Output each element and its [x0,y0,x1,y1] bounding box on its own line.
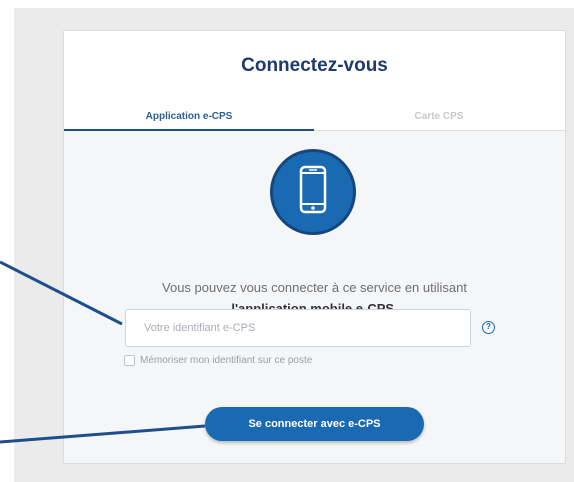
description-text: Vous pouvez vous connecter à ce service … [162,280,467,295]
ecps-id-input[interactable] [125,309,471,347]
remember-id-label: Mémoriser mon identifiant sur ce poste [140,354,313,366]
remember-id-option[interactable]: Mémoriser mon identifiant sur ce poste [124,353,312,367]
connect-ecps-button[interactable]: Se connecter avec e-CPS [205,407,424,441]
login-card: Connectez-vous Application e-CPS Carte C… [63,30,566,464]
help-icon[interactable]: ? [482,321,495,334]
page-title: Connectez-vous [241,55,388,76]
tab-application-ecps[interactable]: Application e-CPS [64,111,314,122]
remember-id-checkbox[interactable] [124,354,135,366]
smartphone-icon [270,149,356,235]
login-body: Vous pouvez vous connecter à ce service … [64,131,565,463]
login-header: Connectez-vous Application e-CPS Carte C… [64,31,565,131]
tab-carte-cps[interactable]: Carte CPS [314,111,564,122]
